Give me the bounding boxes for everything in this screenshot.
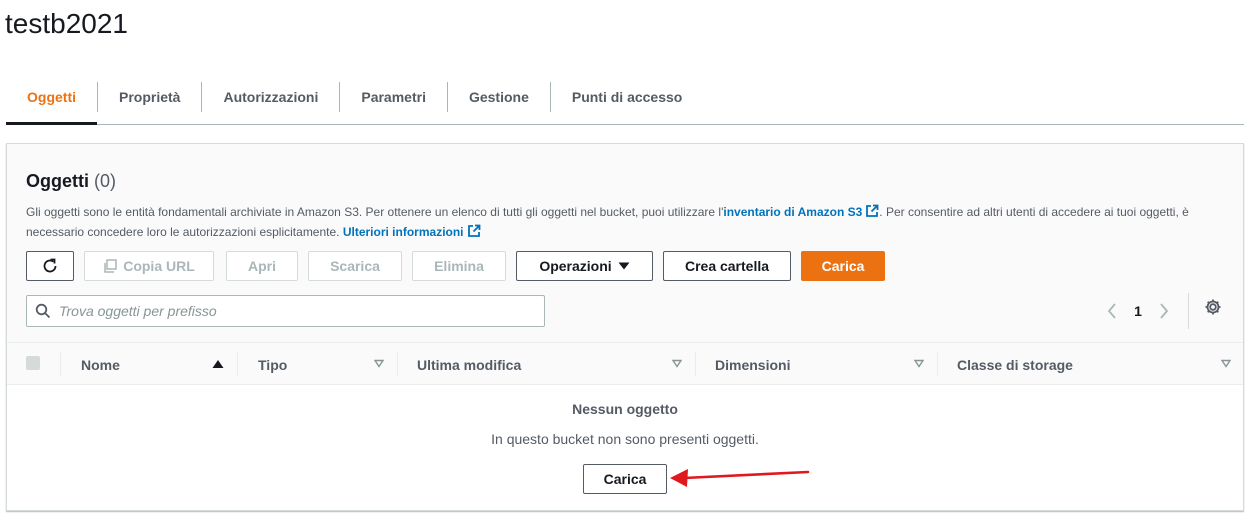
column-header-type[interactable]: Tipo <box>239 343 397 386</box>
refresh-icon <box>43 258 57 273</box>
column-header-name[interactable]: Nome <box>62 343 237 386</box>
column-header-size[interactable]: Dimensioni <box>696 343 937 386</box>
refresh-button[interactable] <box>26 251 74 281</box>
empty-state-message: In questo bucket non sono presenti ogget… <box>491 431 759 447</box>
upload-button[interactable]: Carica <box>801 251 885 281</box>
column-type-label: Tipo <box>258 356 288 373</box>
tab-objects[interactable]: Oggetti <box>6 70 97 125</box>
column-divider <box>60 352 61 376</box>
download-button[interactable]: Scarica <box>308 251 402 281</box>
search-input[interactable] <box>59 303 529 319</box>
external-link-icon <box>866 204 879 217</box>
chevron-left-icon <box>1107 303 1116 319</box>
sort-icon <box>914 359 924 368</box>
learn-more-link[interactable]: Ulteriori informazioni <box>343 224 481 239</box>
bucket-title: testb2021 <box>5 8 128 39</box>
select-all-checkbox[interactable] <box>26 356 40 370</box>
tab-metrics[interactable]: Parametri <box>340 70 447 124</box>
learn-more-text[interactable]: Ulteriori informazioni <box>343 225 464 239</box>
sort-ascending-icon <box>212 360 224 368</box>
search-icon <box>35 303 51 319</box>
open-button[interactable]: Apri <box>226 251 298 281</box>
tab-properties[interactable]: Proprietà <box>98 70 201 124</box>
tab-bar: Oggetti Proprietà Autorizzazioni Paramet… <box>6 70 1244 125</box>
pagination: 1 <box>1099 296 1177 326</box>
tab-permissions[interactable]: Autorizzazioni <box>202 70 339 124</box>
panel-title: Oggetti (0) <box>26 171 116 192</box>
copy-icon <box>104 259 117 273</box>
column-name-label: Nome <box>81 356 120 373</box>
tab-management[interactable]: Gestione <box>448 70 550 124</box>
inventory-link-text[interactable]: inventario di Amazon S3 <box>723 205 862 219</box>
prev-page-button[interactable] <box>1099 296 1125 326</box>
delete-button[interactable]: Elimina <box>412 251 506 281</box>
caret-down-icon <box>618 262 630 270</box>
sort-icon <box>672 359 682 368</box>
copy-url-button[interactable]: Copia URL <box>84 251 214 281</box>
actions-dropdown-button[interactable]: Operazioni <box>516 251 653 281</box>
object-count: (0) <box>94 171 117 191</box>
panel-title-text: Oggetti <box>26 171 89 191</box>
empty-state-upload-button[interactable]: Carica <box>583 464 667 494</box>
next-page-button[interactable] <box>1151 296 1177 326</box>
current-page[interactable]: 1 <box>1125 303 1151 319</box>
tab-access-points[interactable]: Punti di accesso <box>551 70 703 124</box>
pagination-divider <box>1188 293 1189 329</box>
search-box[interactable] <box>26 295 545 327</box>
column-divider <box>237 352 238 376</box>
actions-label: Operazioni <box>539 258 612 274</box>
column-header-storage-class[interactable]: Classe di storage <box>938 343 1244 386</box>
empty-state-title: Nessun oggetto <box>572 401 678 417</box>
column-last-modified-label: Ultima modifica <box>417 356 522 373</box>
objects-panel: Oggetti (0) Gli oggetti sono le entità f… <box>6 143 1244 511</box>
sort-icon <box>374 359 384 368</box>
create-folder-button[interactable]: Crea cartella <box>663 251 791 281</box>
copy-url-label: Copia URL <box>123 258 195 274</box>
description-text: Gli oggetti sono le entità fondamentali … <box>26 205 724 219</box>
inventory-link[interactable]: inventario di Amazon S3 <box>723 204 879 219</box>
gear-icon[interactable] <box>1203 297 1223 317</box>
external-link-icon <box>467 224 480 237</box>
sort-icon <box>1221 359 1231 368</box>
column-size-label: Dimensioni <box>715 356 791 373</box>
panel-description: Gli oggetti sono le entità fondamentali … <box>26 202 1206 242</box>
table-header: Nome Tipo Ultima modifica Dimensioni Cla… <box>7 342 1243 385</box>
column-header-last-modified[interactable]: Ultima modifica <box>398 343 695 386</box>
annotation-arrow-icon <box>670 469 810 487</box>
column-storage-class-label: Classe di storage <box>957 356 1073 373</box>
chevron-right-icon <box>1160 303 1169 319</box>
